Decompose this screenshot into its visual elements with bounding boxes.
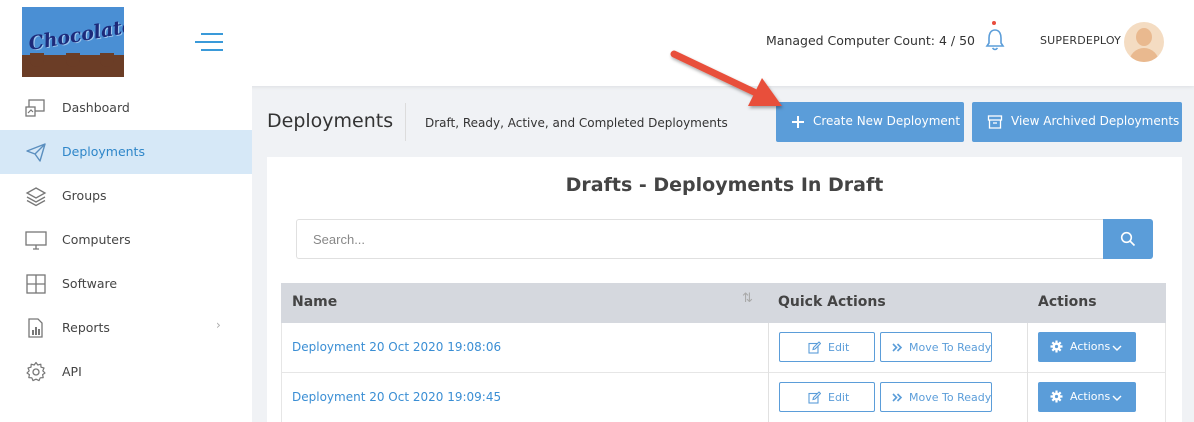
column-header-name[interactable]: Name <box>292 294 337 310</box>
archive-box-icon <box>987 114 1003 130</box>
table-header: Name ⇅ Quick Actions Actions <box>281 283 1166 323</box>
double-chevron-right-icon <box>891 341 904 354</box>
menu-toggle-icon[interactable] <box>195 32 223 52</box>
sidebar: Dashboard Deployments Groups Computers S… <box>0 86 252 422</box>
search-button[interactable] <box>1103 219 1153 259</box>
notification-dot <box>992 21 996 25</box>
table-row: Deployment 20 Oct 2020 19:08:06 Edit Mov… <box>281 323 1166 373</box>
gear-icon <box>1050 340 1063 353</box>
grid-icon <box>25 273 47 295</box>
edit-pencil-icon <box>808 391 822 404</box>
avatar[interactable] <box>1124 22 1164 62</box>
bar-chart-icon <box>25 317 47 339</box>
annotation-arrow <box>670 50 782 106</box>
column-header-actions: Actions <box>1038 294 1097 310</box>
sidebar-item-deployments[interactable]: Deployments <box>0 130 252 174</box>
paper-plane-icon <box>25 141 47 163</box>
notification-bell-icon[interactable] <box>984 21 1006 52</box>
actions-dropdown-button[interactable]: Actions <box>1038 382 1136 412</box>
username[interactable]: SUPERDEPLOY <box>1040 34 1121 47</box>
sidebar-item-reports[interactable]: Reports › <box>0 306 252 350</box>
table-row: Deployment 20 Oct 2020 19:09:45 Edit Mov… <box>281 373 1166 422</box>
drafts-panel: Drafts - Deployments In Draft Name ⇅ Qui… <box>267 157 1182 422</box>
page-title: Deployments <box>267 110 394 132</box>
edit-button[interactable]: Edit <box>779 382 875 412</box>
dashboard-icon <box>25 97 47 119</box>
view-archived-deployments-button[interactable]: View Archived Deployments <box>972 102 1182 142</box>
sort-icon[interactable]: ⇅ <box>742 291 753 306</box>
search-input[interactable] <box>296 219 1104 259</box>
deployment-name-link[interactable]: Deployment 20 Oct 2020 19:09:45 <box>292 390 501 404</box>
sidebar-item-dashboard[interactable]: Dashboard <box>0 86 252 130</box>
gear-icon <box>25 361 47 383</box>
chevron-down-icon <box>1112 342 1122 355</box>
double-chevron-right-icon <box>891 391 904 404</box>
layers-icon <box>25 185 47 207</box>
title-divider <box>405 103 406 141</box>
deployment-name-link[interactable]: Deployment 20 Oct 2020 19:08:06 <box>292 340 501 354</box>
move-to-ready-button[interactable]: Move To Ready <box>880 382 992 412</box>
chevron-right-icon: › <box>216 318 221 332</box>
top-header: Chocolatey Managed Computer Count: 4 / 5… <box>0 0 1194 86</box>
edit-button[interactable]: Edit <box>779 332 875 362</box>
sidebar-item-groups[interactable]: Groups <box>0 174 252 218</box>
chocolatey-logo[interactable]: Chocolatey <box>22 7 124 77</box>
chevron-down-icon <box>1112 392 1122 405</box>
sidebar-item-software[interactable]: Software <box>0 262 252 306</box>
sidebar-item-computers[interactable]: Computers <box>0 218 252 262</box>
monitor-icon <box>25 229 47 251</box>
panel-title: Drafts - Deployments In Draft <box>565 174 884 196</box>
search-icon <box>1120 231 1136 247</box>
column-header-quick-actions: Quick Actions <box>778 294 886 310</box>
gear-icon <box>1050 390 1063 403</box>
actions-dropdown-button[interactable]: Actions <box>1038 332 1136 362</box>
edit-pencil-icon <box>808 341 822 354</box>
create-new-deployment-button[interactable]: Create New Deployment <box>776 102 964 142</box>
sidebar-item-api[interactable]: API <box>0 350 252 394</box>
move-to-ready-button[interactable]: Move To Ready <box>880 332 992 362</box>
